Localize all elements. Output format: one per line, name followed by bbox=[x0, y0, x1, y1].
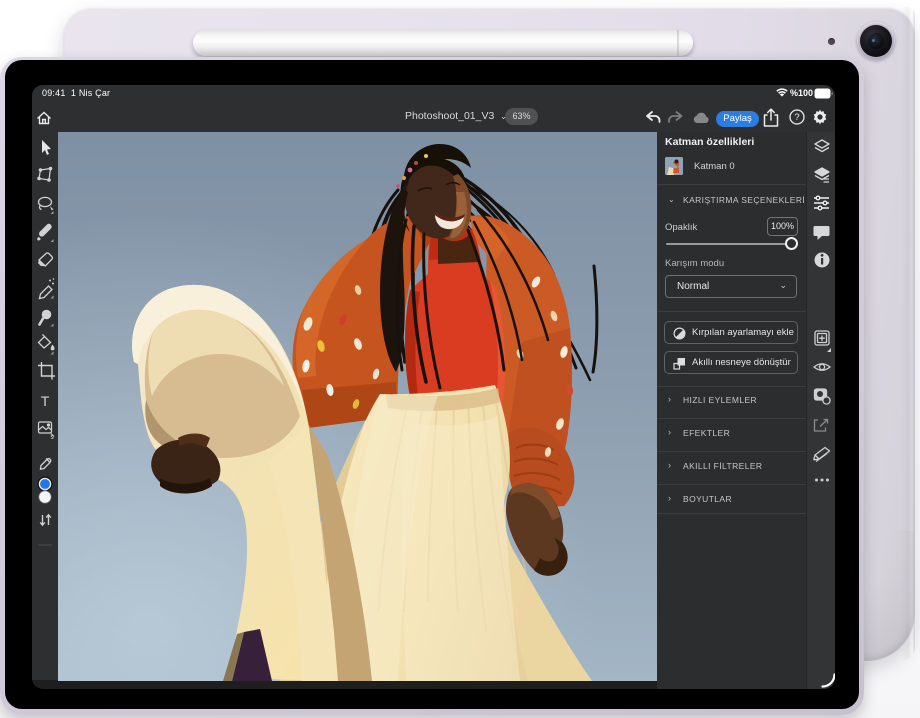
svg-text:?: ? bbox=[794, 112, 799, 123]
svg-text:T: T bbox=[41, 393, 50, 409]
